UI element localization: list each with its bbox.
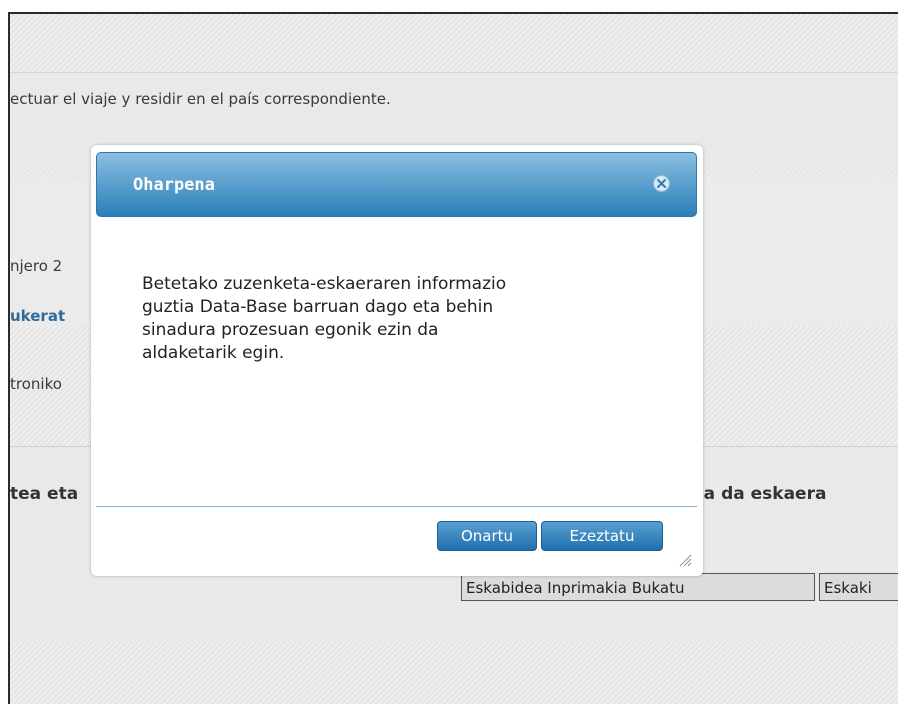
info-text: ectuar el viaje y residir en el país cor… (10, 90, 391, 108)
accept-button[interactable]: Onartu (437, 521, 537, 551)
dialog-message-line: Betetako zuzenketa-eskaeraren informazio (142, 274, 507, 294)
request-button[interactable]: Eskaki (819, 573, 898, 601)
detail-link[interactable]: ukerat (10, 307, 65, 325)
cancel-button[interactable]: Ezeztatu (541, 521, 663, 551)
header-band (10, 14, 898, 72)
notice-dialog: Oharpena Betetako zuzenketa-eskaeraren i… (91, 145, 703, 576)
detail-text-2: troniko (10, 375, 62, 393)
dialog-header[interactable]: Oharpena (96, 152, 697, 217)
resize-grip-icon[interactable] (678, 553, 692, 567)
dialog-message-line: sinadura prozesuan egonik ezin da (142, 320, 439, 340)
close-icon[interactable] (653, 175, 670, 192)
finish-form-button[interactable]: Eskabidea Inprimakia Bukatu (461, 573, 815, 601)
dialog-message: Betetako zuzenketa-eskaeraren informazio… (142, 273, 612, 365)
dialog-message-line: aldaketarik egin. (142, 343, 285, 363)
detail-text: njero 2 (10, 257, 63, 275)
section-heading-left: tea eta (10, 484, 79, 504)
dialog-title: Oharpena (133, 175, 215, 195)
dialog-message-line: guztia Data-Base barruan dago eta behin (142, 297, 494, 317)
dialog-divider (96, 506, 697, 507)
footer-band (10, 642, 898, 704)
section-heading-right: oa da eskaera (692, 484, 827, 504)
